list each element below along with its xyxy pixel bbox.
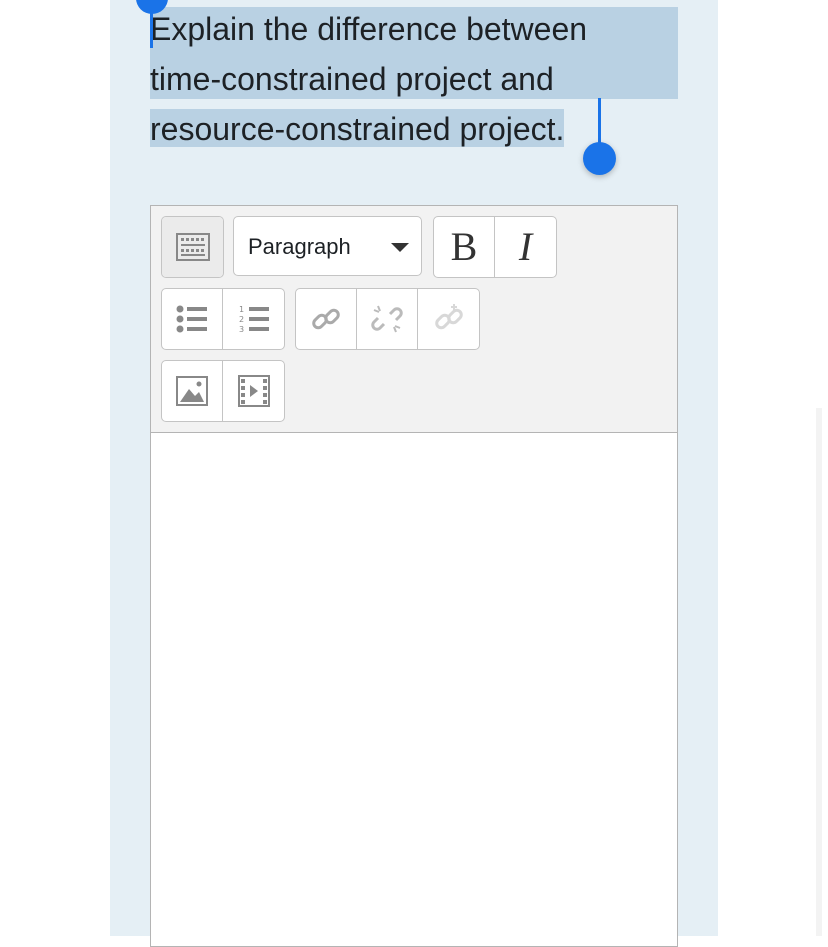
italic-button[interactable]: I <box>495 217 556 277</box>
image-icon <box>176 376 208 406</box>
unlink-button[interactable] <box>357 289 418 349</box>
numbered-list-icon: 123 <box>239 305 269 334</box>
toolbar-toggle-group <box>161 216 224 278</box>
media-group <box>161 360 285 422</box>
toolbar-toggle-button[interactable] <box>162 217 223 277</box>
paragraph-format-select[interactable]: Paragraph <box>233 216 422 276</box>
link-button[interactable] <box>296 289 357 349</box>
svg-text:2: 2 <box>239 315 244 324</box>
link-group <box>295 288 480 350</box>
paragraph-format-value: Paragraph <box>248 234 351 259</box>
adjacent-panel-edge <box>816 408 822 936</box>
bold-label: B <box>450 224 478 269</box>
chevron-down-icon <box>391 243 409 252</box>
question-line-3: resource-constrained project. <box>150 109 565 147</box>
autolink-button[interactable] <box>418 289 479 349</box>
editor-content-area[interactable] <box>151 433 677 946</box>
link-icon <box>312 308 340 330</box>
toolbar-toggle-icon <box>175 233 210 261</box>
numbered-list-button[interactable]: 123 <box>223 289 284 349</box>
bullet-list-button[interactable] <box>162 289 223 349</box>
list-group: 123 <box>161 288 285 350</box>
svg-text:1: 1 <box>239 305 244 314</box>
unlink-icon <box>371 305 403 333</box>
selection-end-handle[interactable] <box>583 142 616 175</box>
svg-text:3: 3 <box>239 325 244 334</box>
question-line-1: Explain the difference between <box>150 9 588 47</box>
insert-media-button[interactable] <box>223 361 284 421</box>
bold-button[interactable]: B <box>434 217 495 277</box>
autolink-icon <box>434 304 463 330</box>
rich-text-editor: Paragraph B I 1 2 3 <box>150 205 678 947</box>
selection-end-caret <box>598 98 601 148</box>
editor-toolbar: Paragraph B I 1 2 3 <box>151 206 677 433</box>
insert-image-button[interactable] <box>162 361 223 421</box>
text-style-group: B I <box>433 216 557 278</box>
question-line-2: time-constrained project and <box>150 59 554 97</box>
media-icon <box>237 375 270 407</box>
italic-label: I <box>518 224 533 269</box>
bullet-list-icon <box>176 305 207 333</box>
selection-start-caret <box>150 10 153 48</box>
